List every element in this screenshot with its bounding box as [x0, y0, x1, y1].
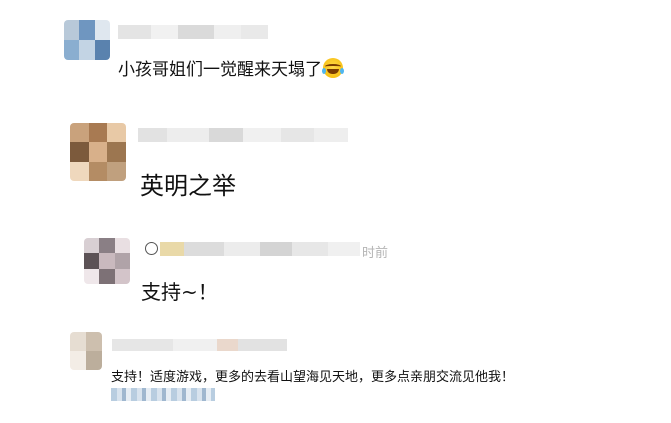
user-badge-icon — [145, 242, 158, 255]
comment-1: 小孩哥姐们一觉醒来天塌了 — [0, 0, 671, 90]
username-blurred[interactable] — [112, 339, 287, 351]
comment-image-thumbnail[interactable] — [111, 388, 215, 401]
comment-text-content: 小孩哥姐们一觉醒来天塌了 — [118, 60, 322, 80]
username-blurred[interactable] — [118, 25, 268, 39]
avatar-pixel — [64, 40, 80, 60]
timestamp: 时前 — [362, 246, 389, 261]
avatar-pixel — [64, 20, 80, 40]
avatar-pixel — [79, 40, 95, 60]
avatar-pixel — [79, 20, 95, 40]
username-blurred[interactable] — [138, 128, 348, 142]
avatar[interactable] — [64, 20, 110, 60]
avatar-pixel — [94, 40, 110, 60]
avatar[interactable] — [70, 123, 126, 181]
avatar[interactable] — [70, 332, 102, 370]
comment-text: 英明之举 — [140, 172, 236, 200]
comment-text: 小孩哥姐们一觉醒来天塌了 — [118, 55, 344, 80]
comment-text: 支持！适度游戏，更多的去看山望海见天地，更多点亲朋交流见他我！ — [111, 370, 515, 385]
avatar[interactable] — [84, 238, 130, 284]
avatar-pixel — [94, 20, 110, 40]
comment-text: 支持~！ — [141, 280, 218, 304]
grinning-tears-emoji-icon — [322, 58, 344, 78]
username-blurred[interactable] — [160, 242, 360, 256]
